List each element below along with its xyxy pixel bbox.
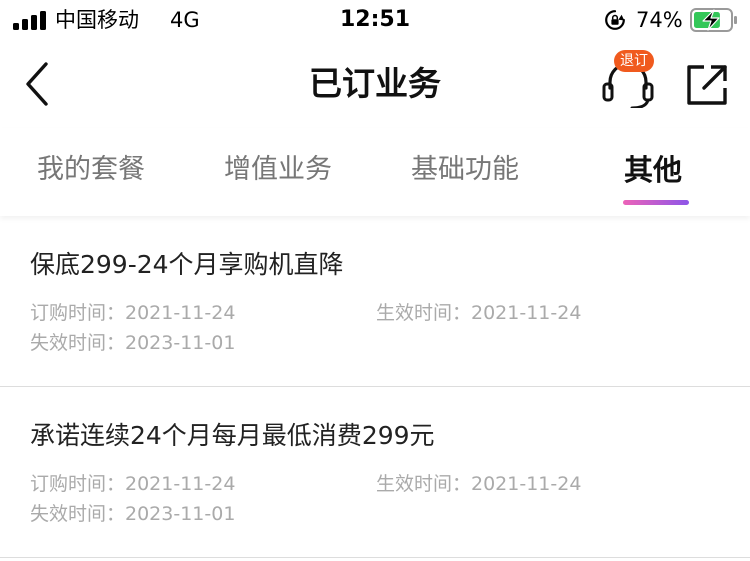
expire-time: 失效时间：2023-11-01 (30, 332, 236, 354)
status-bar: 中国移动 4G 12:51 74% (0, 0, 750, 40)
nav-bar: 已订业务 退订 (0, 40, 750, 128)
category-tabs: 我的套餐 增值业务 基础功能 其他 (0, 128, 750, 216)
expire-time: 失效时间：2023-11-01 (30, 503, 236, 525)
effective-time: 生效时间：2021-11-24 (376, 302, 582, 324)
active-tab-indicator (623, 200, 689, 205)
tab-my-plan[interactable]: 我的套餐 (37, 152, 145, 188)
customer-service-button[interactable]: 退订 (598, 50, 664, 110)
battery-percent: 74% (636, 8, 683, 32)
share-icon (687, 65, 727, 105)
tab-value-added[interactable]: 增值业务 (224, 152, 332, 188)
list-item[interactable]: 承诺连续24个月每月最低消费299元 订购时间：2021-11-24 生效时间：… (0, 387, 750, 558)
tab-other[interactable]: 其他 (624, 152, 682, 188)
subscribe-time: 订购时间：2021-11-24 (30, 302, 236, 324)
list-item[interactable]: 保底299-24个月享购机直降 订购时间：2021-11-24 生效时间：202… (0, 216, 750, 387)
unsubscribe-badge[interactable]: 退订 (614, 50, 654, 72)
effective-time: 生效时间：2021-11-24 (376, 473, 582, 495)
battery-charging-icon (690, 8, 737, 32)
rotation-lock-icon (605, 10, 625, 30)
item-title: 承诺连续24个月每月最低消费299元 (30, 421, 435, 450)
subscribe-time: 订购时间：2021-11-24 (30, 473, 236, 495)
share-button[interactable] (684, 62, 730, 108)
tab-basic-functions[interactable]: 基础功能 (411, 152, 519, 188)
item-title: 保底299-24个月享购机直降 (30, 250, 344, 279)
